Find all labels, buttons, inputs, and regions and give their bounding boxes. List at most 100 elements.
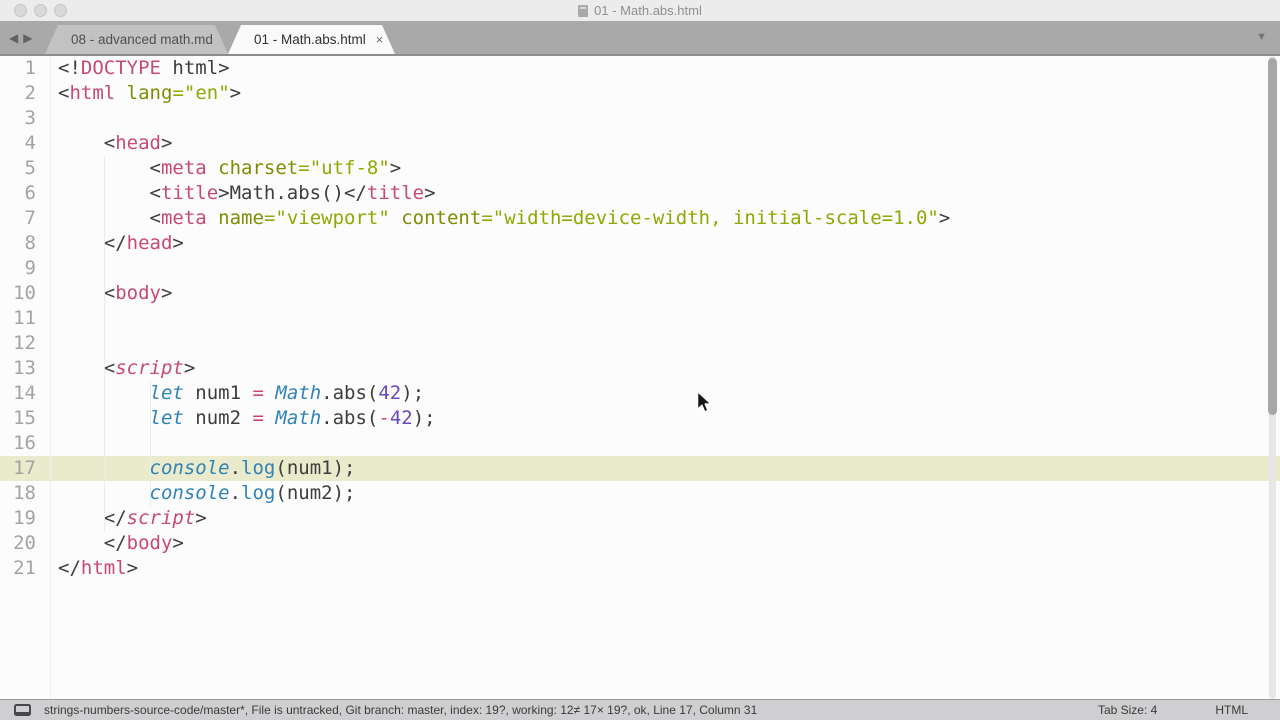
line-number: 17	[13, 457, 36, 479]
code-line[interactable]	[50, 256, 1280, 281]
code-token: lang	[126, 82, 173, 104]
line-number: 16	[13, 432, 36, 454]
code-token: (num2);	[275, 482, 356, 504]
line-number: 12	[13, 332, 36, 354]
code-token: html	[69, 82, 116, 104]
line-number: 11	[13, 307, 36, 329]
code-token: html>	[160, 57, 230, 79]
code-token: body	[115, 282, 161, 304]
back-icon[interactable]: ◀	[9, 31, 18, 45]
code-token: >	[172, 232, 184, 254]
document-icon	[578, 4, 589, 17]
tab-math-abs[interactable]: 01 - Math.abs.html ×	[228, 25, 395, 54]
code-row: 18 console.log(num2);	[0, 481, 1280, 506]
code-token: >	[160, 132, 173, 154]
code-line[interactable]: let num1 = Math.abs(42);	[50, 381, 1280, 406]
code-token: title	[160, 182, 219, 204]
code-token: script	[115, 357, 184, 379]
line-number: 6	[24, 182, 36, 204]
code-token: >	[183, 357, 196, 379]
code-token: >	[160, 282, 173, 304]
code-line[interactable]: </script>	[50, 506, 1280, 531]
line-number: 13	[13, 357, 36, 379]
code-token: <	[58, 207, 161, 229]
code-token: script	[126, 507, 196, 529]
code-token: log	[241, 457, 276, 479]
code-token: <!	[58, 57, 81, 79]
code-line[interactable]	[50, 431, 1280, 456]
close-tab-icon[interactable]: ×	[223, 32, 231, 47]
status-right: Tab Size: 4 HTML	[1098, 703, 1280, 717]
git-status-text: strings-numbers-source-code/master*, Fil…	[44, 703, 758, 717]
code-token: html	[80, 557, 127, 579]
window-title: 01 - Math.abs.html	[594, 3, 702, 18]
code-line[interactable]: <title>Math.abs()</title>	[50, 181, 1280, 206]
code-line[interactable]: </head>	[50, 231, 1280, 256]
forward-icon[interactable]: ▶	[23, 31, 32, 45]
code-token: log	[241, 482, 276, 504]
line-number: 3	[24, 107, 36, 129]
code-token: num2	[183, 407, 253, 429]
scrollbar-thumb[interactable]	[1268, 58, 1277, 415]
code-token: content	[401, 207, 482, 229]
code-token: title	[366, 182, 425, 204]
code-token: console	[149, 482, 230, 504]
tab-size-selector[interactable]: Tab Size: 4	[1098, 703, 1157, 717]
code-line[interactable]: </html>	[50, 556, 1280, 581]
code-token: meta	[160, 157, 207, 179]
code-line[interactable]	[50, 306, 1280, 331]
code-token: console	[149, 457, 230, 479]
code-line[interactable]: console.log(num1);	[50, 456, 1280, 481]
code-token: ="width=device-width, initial-scale=1.0"	[481, 207, 939, 229]
line-number: 19	[13, 507, 36, 529]
tab-nav-arrows: ◀ ▶	[9, 21, 32, 54]
tab-advanced-math[interactable]: 08 - advanced math.md ×	[45, 25, 228, 54]
code-token: body	[126, 532, 173, 554]
code-line[interactable]: <body>	[50, 281, 1280, 306]
code-token: </	[58, 507, 127, 529]
code-line[interactable]: console.log(num2);	[50, 481, 1280, 506]
code-token: .abs(	[321, 407, 379, 429]
code-line[interactable]: <meta name="viewport" content="width=dev…	[50, 206, 1280, 231]
code-row: 14 let num1 = Math.abs(42);	[0, 381, 1280, 406]
tab-overflow-icon[interactable]: ▼	[1256, 31, 1267, 43]
code-line[interactable]: <html lang="en">	[50, 81, 1280, 106]
code-token: >	[126, 557, 139, 579]
code-token: <	[58, 82, 70, 104]
code-token: .	[229, 482, 242, 504]
line-number: 9	[24, 257, 36, 279]
code-editor[interactable]: 1 <!DOCTYPE html> 2 <html lang="en"> 3 4 <hea…	[0, 56, 1280, 699]
line-number: 21	[13, 557, 36, 579]
code-line[interactable]	[50, 106, 1280, 131]
code-row: 17 console.log(num1);	[0, 456, 1280, 481]
code-line[interactable]: <script>	[50, 356, 1280, 381]
line-number: 7	[24, 207, 36, 229]
code-token: </	[58, 232, 127, 254]
code-line[interactable]: <head>	[50, 131, 1280, 156]
code-token: ="en"	[172, 82, 230, 104]
code-line[interactable]	[50, 331, 1280, 356]
gutter-divider	[50, 56, 51, 699]
line-number: 15	[13, 407, 36, 429]
code-row: 2 <html lang="en">	[0, 81, 1280, 106]
code-line[interactable]: </body>	[50, 531, 1280, 556]
code-line[interactable]: <meta charset="utf-8">	[50, 156, 1280, 181]
line-number: 8	[24, 232, 36, 254]
close-tab-icon[interactable]: ×	[376, 32, 384, 47]
code-row: 9	[0, 256, 1280, 281]
code-row: 5 <meta charset="utf-8">	[0, 156, 1280, 181]
code-line[interactable]: let num2 = Math.abs(-42);	[50, 406, 1280, 431]
code-row: 10 <body>	[0, 281, 1280, 306]
line-number: 14	[13, 382, 36, 404]
code-row: 16	[0, 431, 1280, 456]
status-bar: strings-numbers-source-code/master*, Fil…	[0, 699, 1280, 720]
syntax-selector[interactable]: HTML	[1215, 703, 1248, 717]
tab-label: 01 - Math.abs.html	[254, 32, 366, 47]
code-line[interactable]: <!DOCTYPE html>	[50, 56, 1280, 81]
code-token: Math	[275, 407, 322, 429]
code-token: <	[58, 132, 116, 154]
